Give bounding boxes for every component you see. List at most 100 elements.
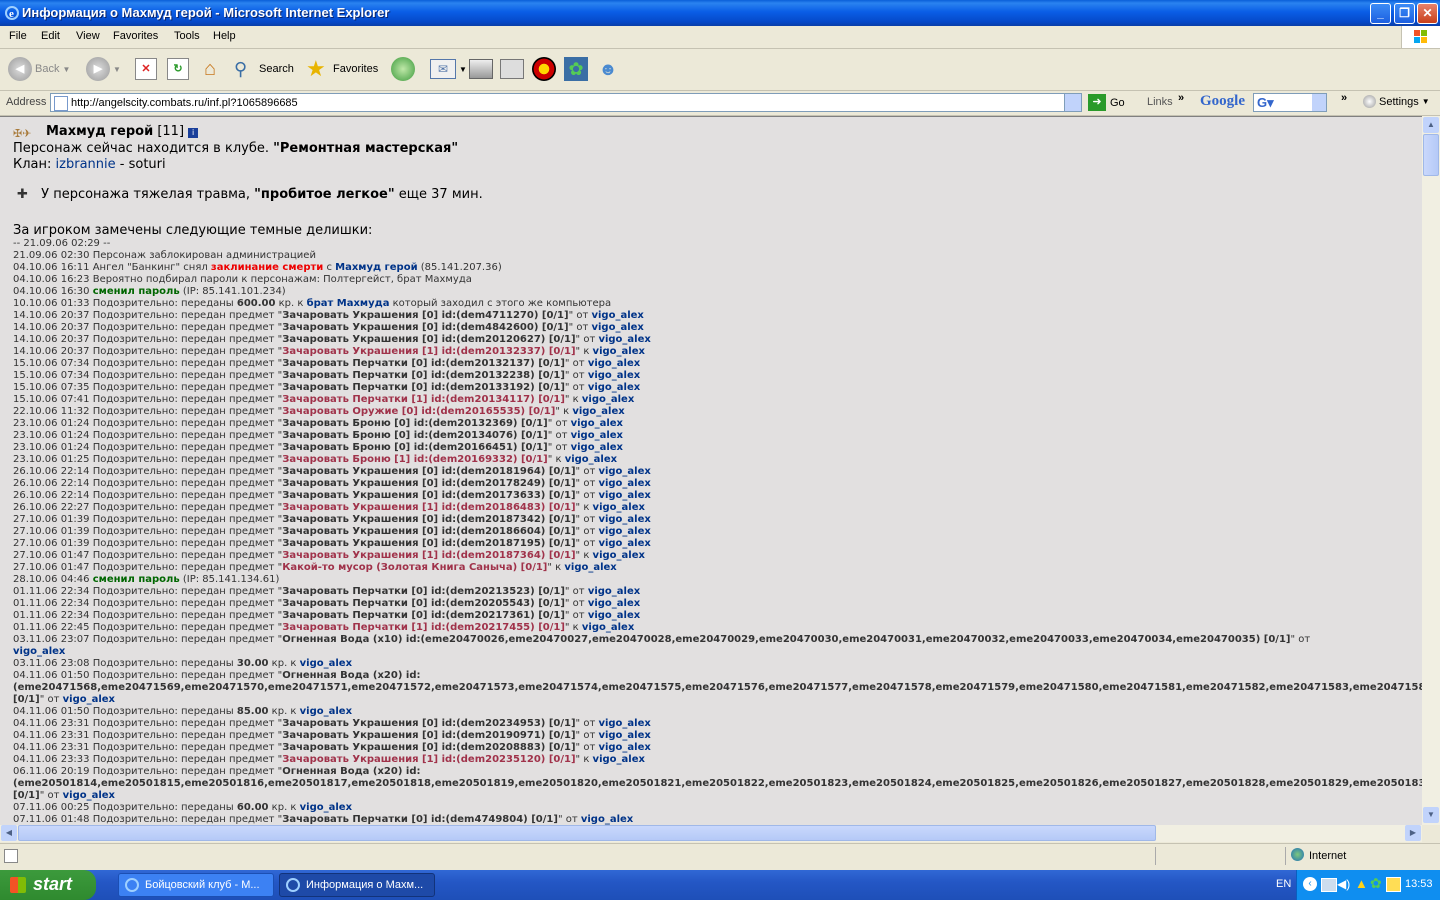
- menu-edit[interactable]: Edit: [41, 30, 60, 42]
- log-text: " от: [39, 694, 63, 705]
- messenger-button[interactable]: ☻: [596, 54, 620, 84]
- horizontal-scroll-thumb[interactable]: [18, 825, 1156, 841]
- task-button-info[interactable]: Информация о Махм...: [279, 873, 435, 897]
- mail-button[interactable]: ✉ ▼: [430, 54, 467, 84]
- user-link[interactable]: vigo_alex: [588, 610, 640, 621]
- links-chevron-icon[interactable]: »: [1178, 92, 1184, 104]
- menu-tools[interactable]: Tools: [174, 30, 200, 42]
- back-button[interactable]: ◀ Back ▼: [8, 54, 70, 84]
- horizontal-scrollbar[interactable]: ◀ ▶: [0, 825, 1422, 842]
- item-name: (eme20501814,eme20501815,eme20501816,eme…: [13, 778, 1422, 789]
- go-arrow-icon: ➜: [1088, 94, 1106, 111]
- log-entry: 27.10.06 01:39 Подозрительно: передан пр…: [13, 538, 1422, 550]
- info-icon[interactable]: i: [188, 128, 199, 138]
- history-button[interactable]: [391, 54, 415, 84]
- user-link[interactable]: vigo_alex: [571, 418, 623, 429]
- minimize-button[interactable]: _: [1370, 3, 1391, 24]
- toolbar-chevron-icon[interactable]: »: [1341, 92, 1347, 104]
- search-button[interactable]: ⚲ Search: [234, 54, 294, 84]
- scroll-down-button[interactable]: ▼: [1423, 807, 1439, 823]
- scroll-up-button[interactable]: ▲: [1423, 117, 1439, 133]
- edit-button[interactable]: [500, 54, 524, 84]
- user-link[interactable]: vigo_alex: [565, 454, 617, 465]
- user-link[interactable]: vigo_alex: [588, 586, 640, 597]
- scroll-right-button[interactable]: ▶: [1405, 825, 1421, 841]
- user-link[interactable]: vigo_alex: [598, 538, 650, 549]
- user-link[interactable]: vigo_alex: [598, 742, 650, 753]
- language-indicator[interactable]: EN: [1276, 878, 1291, 890]
- maximize-button[interactable]: ❐: [1394, 3, 1415, 24]
- item-name: 85.00: [236, 706, 269, 717]
- user-link[interactable]: vigo_alex: [598, 730, 650, 741]
- user-link[interactable]: vigo_alex: [598, 526, 650, 537]
- tray-expand-icon[interactable]: ‹: [1303, 877, 1317, 891]
- settings-button[interactable]: Settings ▼: [1363, 95, 1430, 108]
- close-button[interactable]: ✕: [1417, 3, 1438, 24]
- user-link[interactable]: Махмуд герой: [335, 262, 417, 273]
- menu-view[interactable]: View: [76, 30, 100, 42]
- refresh-button[interactable]: ↻: [167, 54, 189, 84]
- user-link[interactable]: vigo_alex: [300, 802, 352, 813]
- home-button[interactable]: ⌂: [198, 54, 222, 84]
- user-link[interactable]: vigo_alex: [582, 394, 634, 405]
- user-link[interactable]: vigo_alex: [598, 466, 650, 477]
- character-name[interactable]: Махмуд герой: [46, 124, 153, 139]
- forward-button[interactable]: ▶ ▼: [86, 54, 121, 84]
- menu-favorites[interactable]: Favorites: [113, 30, 158, 42]
- google-dropdown-icon[interactable]: [1312, 94, 1326, 111]
- vertical-scroll-thumb[interactable]: [1423, 134, 1439, 176]
- log-text: " от: [547, 442, 571, 453]
- user-link[interactable]: vigo_alex: [588, 598, 640, 609]
- favorites-button[interactable]: ★ Favorites: [306, 54, 378, 84]
- google-search-box[interactable]: G▾: [1253, 93, 1327, 112]
- user-link[interactable]: vigo_alex: [598, 478, 650, 489]
- address-input[interactable]: http://angelscity.combats.ru/inf.pl?1065…: [50, 93, 1082, 112]
- menu-help[interactable]: Help: [213, 30, 236, 42]
- user-link[interactable]: vigo_alex: [588, 382, 640, 393]
- start-button[interactable]: start: [0, 870, 96, 900]
- clan-link[interactable]: izbrannie: [56, 157, 116, 172]
- user-link[interactable]: vigo_alex: [593, 502, 645, 513]
- user-link[interactable]: vigo_alex: [588, 370, 640, 381]
- address-dropdown-icon[interactable]: [1064, 94, 1081, 111]
- user-link[interactable]: vigo_alex: [63, 694, 115, 705]
- user-link[interactable]: vigo_alex: [13, 646, 65, 657]
- user-link[interactable]: vigo_alex: [564, 562, 616, 573]
- user-link[interactable]: брат Махмуда: [307, 298, 390, 309]
- user-link[interactable]: vigo_alex: [300, 706, 352, 717]
- log-text: 23.10.06 01:24 Подозрительно: передан пр…: [13, 442, 283, 453]
- user-link[interactable]: vigo_alex: [571, 442, 623, 453]
- user-link[interactable]: vigo_alex: [591, 310, 643, 321]
- flower-tray-icon[interactable]: ✿: [1370, 875, 1382, 892]
- user-link[interactable]: vigo_alex: [598, 490, 650, 501]
- user-link[interactable]: vigo_alex: [591, 322, 643, 333]
- user-link[interactable]: vigo_alex: [588, 358, 640, 369]
- addon-button-2[interactable]: ✿: [564, 54, 588, 84]
- user-link[interactable]: vigo_alex: [572, 406, 624, 417]
- network-icon[interactable]: [1321, 878, 1337, 892]
- user-link[interactable]: vigo_alex: [300, 658, 352, 669]
- user-link[interactable]: vigo_alex: [571, 430, 623, 441]
- user-link[interactable]: vigo_alex: [598, 514, 650, 525]
- addon-button-1[interactable]: [532, 54, 556, 84]
- log-text: " от: [1290, 634, 1311, 645]
- user-link[interactable]: vigo_alex: [598, 718, 650, 729]
- go-button[interactable]: ➜ Go: [1088, 94, 1125, 111]
- user-link[interactable]: vigo_alex: [593, 346, 645, 357]
- links-label[interactable]: Links: [1147, 96, 1173, 108]
- shield-icon[interactable]: ▲: [1355, 876, 1368, 891]
- user-link[interactable]: vigo_alex: [582, 622, 634, 633]
- user-link[interactable]: vigo_alex: [598, 334, 650, 345]
- stop-button[interactable]: ✕: [135, 54, 157, 84]
- user-link[interactable]: vigo_alex: [63, 790, 115, 801]
- task-button-club[interactable]: Бойцовский клуб - М...: [118, 873, 274, 897]
- volume-icon[interactable]: ◀): [1337, 877, 1350, 891]
- menu-file[interactable]: File: [9, 30, 27, 42]
- user-link[interactable]: vigo_alex: [581, 814, 633, 825]
- print-button[interactable]: [469, 54, 493, 84]
- user-link[interactable]: vigo_alex: [593, 754, 645, 765]
- scroll-left-button[interactable]: ◀: [1, 825, 17, 841]
- user-link[interactable]: vigo_alex: [593, 550, 645, 561]
- vertical-scrollbar[interactable]: ▲ ▼: [1422, 116, 1440, 825]
- edit-tray-icon[interactable]: [1386, 877, 1401, 892]
